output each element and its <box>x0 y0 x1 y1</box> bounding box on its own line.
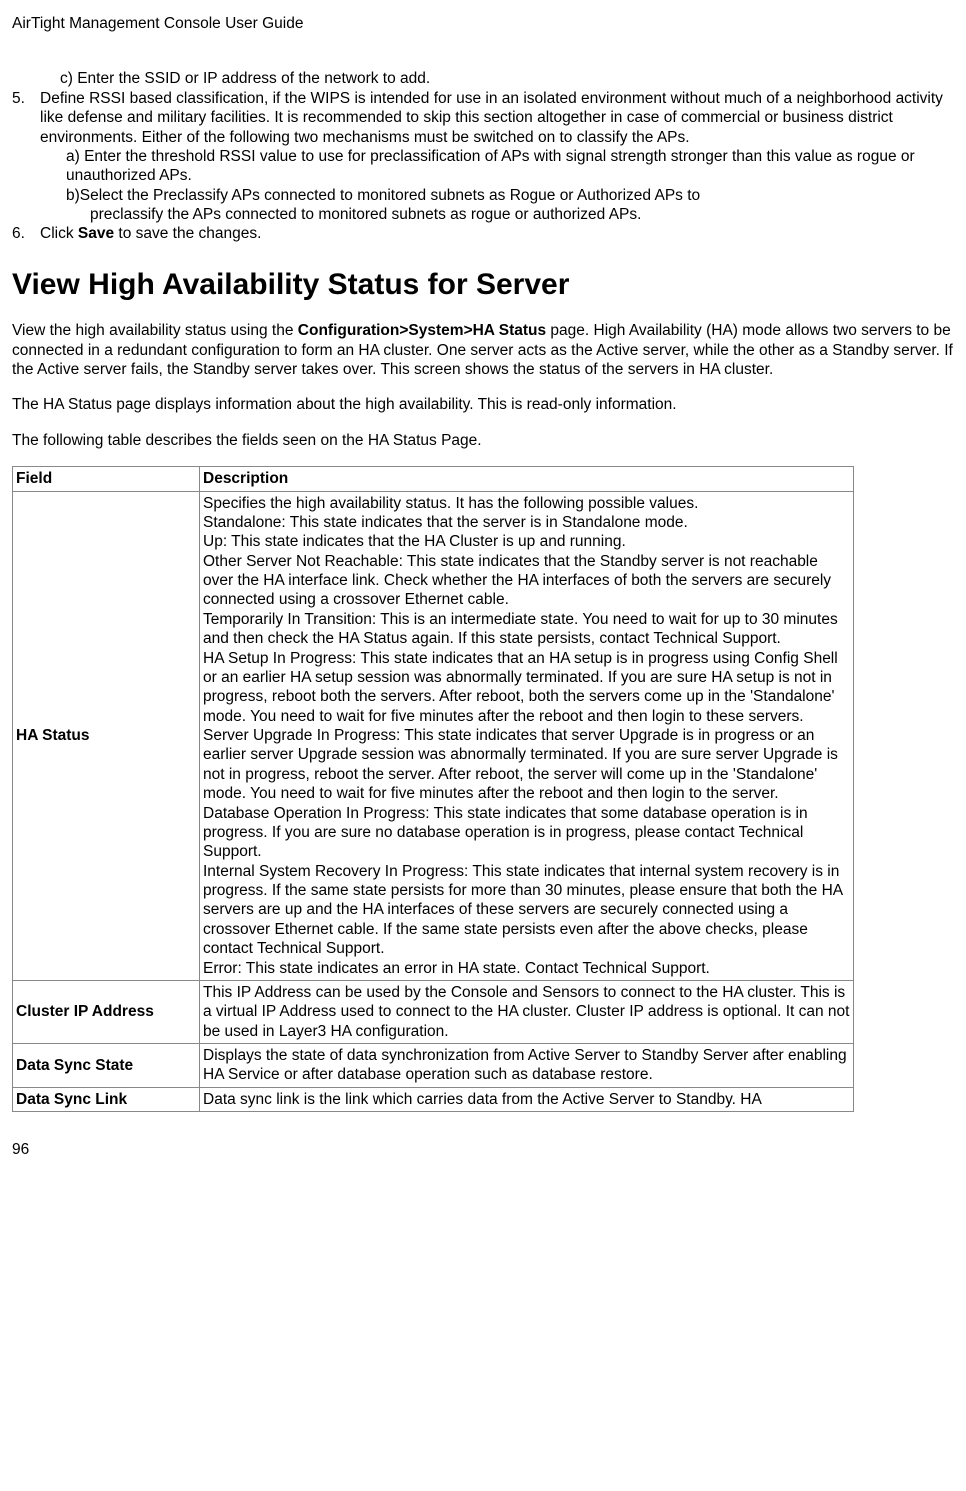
cell-field: Cluster IP Address <box>13 980 200 1043</box>
ha-status-table: Field Description HA Status Specifies th… <box>12 466 854 1112</box>
step-5: 5. Define RSSI based classification, if … <box>12 89 954 147</box>
step-6-prefix: Click <box>40 225 78 242</box>
cell-description: Displays the state of data synchronizati… <box>200 1044 854 1088</box>
page-number: 96 <box>12 1140 954 1159</box>
paragraph-2: The HA Status page displays information … <box>12 395 954 414</box>
cell-field: Data Sync State <box>13 1044 200 1088</box>
step-5-b: b)Select the Preclassify APs connected t… <box>66 186 954 205</box>
paragraph-3: The following table describes the fields… <box>12 431 954 450</box>
cell-field: HA Status <box>13 491 200 980</box>
step-6-text: Click Save to save the changes. <box>40 224 954 243</box>
table-row: Data Sync Link Data sync link is the lin… <box>13 1087 854 1111</box>
table-row: HA Status Specifies the high availabilit… <box>13 491 854 980</box>
intro-prefix: View the high availability status using … <box>12 322 298 339</box>
header-field: Field <box>13 467 200 491</box>
intro-bold: Configuration>System>HA Status <box>298 322 546 339</box>
step-6-number: 6. <box>12 224 40 243</box>
table-row: Cluster IP Address This IP Address can b… <box>13 980 854 1043</box>
step-6-suffix: to save the changes. <box>114 225 261 242</box>
table-header-row: Field Description <box>13 467 854 491</box>
table-row: Data Sync State Displays the state of da… <box>13 1044 854 1088</box>
step-6: 6. Click Save to save the changes. <box>12 224 954 243</box>
step-6-bold: Save <box>78 225 114 242</box>
document-header: AirTight Management Console User Guide <box>12 14 954 33</box>
step-5-text: Define RSSI based classification, if the… <box>40 89 954 147</box>
intro-paragraph: View the high availability status using … <box>12 321 954 379</box>
step-5-a: a) Enter the threshold RSSI value to use… <box>66 147 954 186</box>
step-5-b-cont: preclassify the APs connected to monitor… <box>90 205 954 224</box>
cell-description: Data sync link is the link which carries… <box>200 1087 854 1111</box>
step-c: c) Enter the SSID or IP address of the n… <box>60 69 954 88</box>
step-5-number: 5. <box>12 89 40 147</box>
header-description: Description <box>200 467 854 491</box>
cell-field: Data Sync Link <box>13 1087 200 1111</box>
step-5-b-line1: b)Select the Preclassify APs connected t… <box>66 187 700 204</box>
cell-description: Specifies the high availability status. … <box>200 491 854 980</box>
cell-description: This IP Address can be used by the Conso… <box>200 980 854 1043</box>
section-title: View High Availability Status for Server <box>12 266 954 304</box>
